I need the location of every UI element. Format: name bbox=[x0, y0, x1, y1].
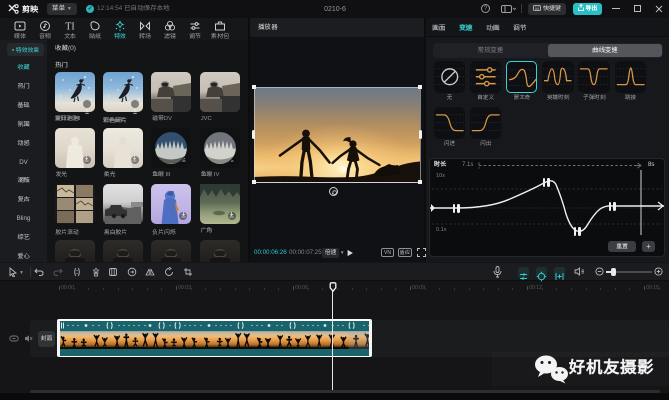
svg-text:TI: TI bbox=[65, 22, 74, 33]
